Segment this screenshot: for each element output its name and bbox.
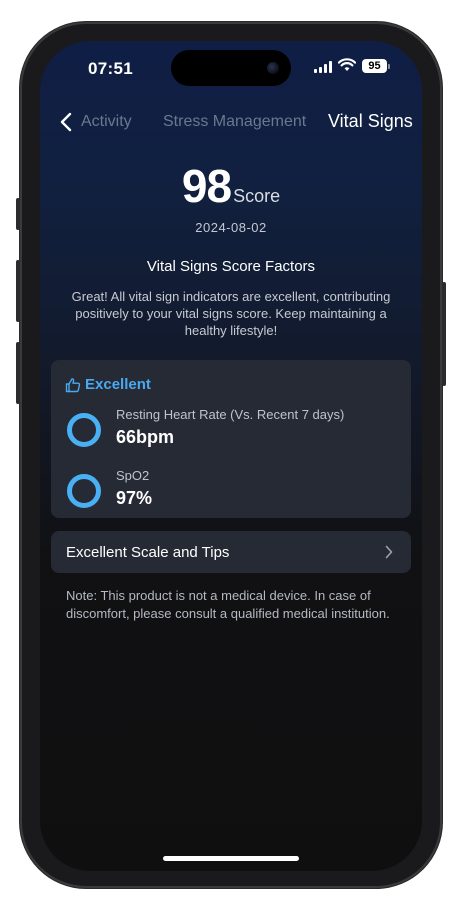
- tab-stress-management[interactable]: Stress Management: [163, 113, 306, 131]
- tab-bar: Activity Stress Management Vital Signs: [40, 107, 422, 137]
- metric-spo2: SpO2 97%: [65, 468, 395, 512]
- factors-description: Great! All vital sign indicators are exc…: [71, 289, 391, 338]
- home-indicator[interactable]: [163, 856, 299, 861]
- battery-icon: 95: [362, 59, 390, 73]
- score-date: 2024-08-02: [195, 220, 267, 235]
- score-value: 98: [181, 160, 232, 212]
- volume-down-button: [16, 342, 20, 404]
- metric-value: 97%: [116, 488, 153, 508]
- power-button: [442, 282, 446, 386]
- volume-up-button: [16, 260, 20, 322]
- metric-label: SpO2: [116, 468, 150, 483]
- rating-label: Excellent: [85, 376, 151, 393]
- scale-and-tips-row[interactable]: Excellent Scale and Tips: [51, 531, 411, 573]
- status-time: 07:51: [88, 59, 133, 78]
- factors-title: Vital Signs Score Factors: [146, 258, 316, 275]
- wifi-icon: [338, 58, 356, 71]
- thumbs-up-icon: [65, 377, 81, 392]
- action-button: [16, 198, 20, 230]
- score-label: Score: [233, 186, 281, 206]
- metric-value: 66bpm: [116, 427, 175, 447]
- back-button[interactable]: [60, 111, 76, 133]
- ring-icon: [67, 474, 101, 508]
- excellent-card: Excellent Resting Heart Rate (Vs. Recent…: [51, 360, 411, 518]
- camera-icon: [267, 62, 279, 74]
- ring-icon: [67, 413, 101, 447]
- app-screen: 07:51 95 Activity Stress Management Vita…: [40, 41, 422, 871]
- chevron-right-icon: [385, 545, 393, 559]
- tips-label: Excellent Scale and Tips: [66, 544, 230, 561]
- rating-header: Excellent: [65, 376, 151, 393]
- score-display: 98 Score: [40, 159, 422, 213]
- tab-vital-signs[interactable]: Vital Signs: [328, 111, 413, 132]
- metric-resting-heart-rate: Resting Heart Rate (Vs. Recent 7 days) 6…: [65, 407, 395, 451]
- metric-label: Resting Heart Rate (Vs. Recent 7 days): [116, 407, 345, 422]
- tab-activity[interactable]: Activity: [81, 113, 132, 131]
- dynamic-island: [171, 50, 291, 86]
- status-bar: 07:51 95: [40, 41, 422, 95]
- medical-note: Note: This product is not a medical devi…: [66, 588, 390, 621]
- chevron-left-icon: [60, 112, 72, 132]
- cellular-signal-icon: [314, 61, 332, 73]
